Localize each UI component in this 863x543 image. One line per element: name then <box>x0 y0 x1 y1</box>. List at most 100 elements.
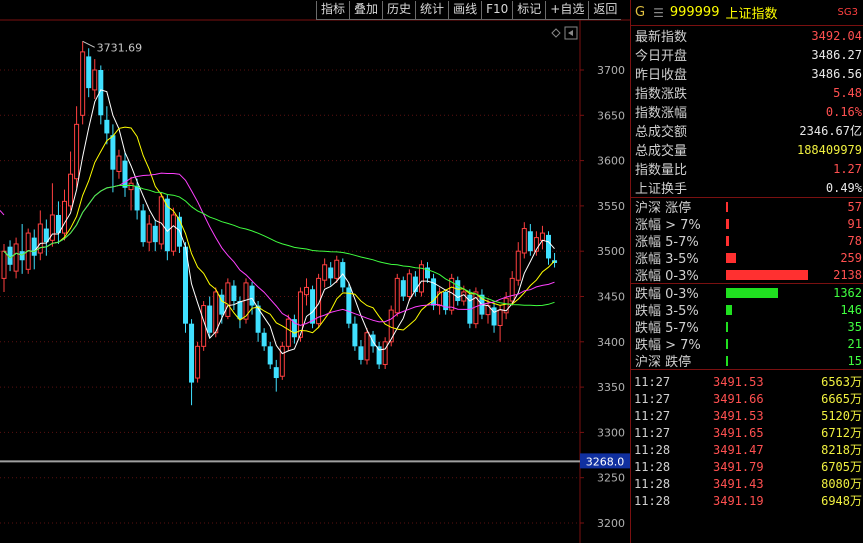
quote-value: 0.49% <box>825 180 862 195</box>
candle-body-up <box>515 250 521 281</box>
candle-body-down <box>358 346 364 360</box>
quote-row: 总成交量 188409979 <box>631 140 863 160</box>
tick-volume: 6563万 <box>821 375 862 389</box>
quote-value: 0.16% <box>825 104 862 119</box>
stock-name: 上证指数 <box>725 7 778 22</box>
quote-panel: G ☰ 999999 上证指数 SG3 最新指数 3492.04 今日开盘 3486.… <box>630 0 863 543</box>
candle-body-down <box>152 225 158 243</box>
candle-body-down <box>19 251 25 261</box>
candle-body-up <box>13 243 19 272</box>
quote-label: 总成交量 <box>635 144 688 159</box>
stat-value: 21 <box>847 336 862 351</box>
candlestick-chart[interactable]: 3700 3650 3600 3550 3500 3450 3400 3350 3300 3250… <box>0 0 630 543</box>
cursor-price-label: 3268.0 <box>586 455 625 468</box>
candle-body-up <box>116 155 122 172</box>
quote-row: 最新指数 3492.04 <box>631 26 863 46</box>
add-watchlist-button[interactable]: +自选 <box>545 1 589 20</box>
high-marker-line <box>82 40 95 48</box>
y-tick-label: 3350 <box>597 381 625 394</box>
candlestick-chart-area[interactable]: 3700 3650 3600 3550 3500 3450 3400 3350 3300 3250… <box>0 0 630 543</box>
candle-body-down <box>267 346 273 365</box>
stat-row: 跌幅 5-7% 35 <box>631 318 863 337</box>
y-tick-label: 3450 <box>597 291 625 304</box>
quote-label: 上证换手 <box>635 182 688 197</box>
f10-button[interactable]: F10 <box>481 1 513 20</box>
stat-value: 259 <box>840 250 862 265</box>
candle-body-down <box>207 305 213 333</box>
quote-label: 今日开盘 <box>635 49 688 64</box>
tick-row: 11:28 3491.79 6705万 <box>631 458 863 475</box>
candle-body-up <box>521 228 527 254</box>
panel-header: G ☰ 999999 上证指数 SG3 <box>631 0 863 26</box>
stat-row: 跌幅 3-5% 146 <box>631 301 863 320</box>
tick-volume: 5120万 <box>821 409 862 423</box>
candle-body-up <box>68 173 74 207</box>
quote-label: 最新指数 <box>635 30 688 45</box>
statistics-button[interactable]: 统计 <box>415 1 449 20</box>
stat-row: 涨幅 0-3% 2138 <box>631 266 863 285</box>
tick-volume: 6712万 <box>821 426 862 440</box>
quote-label: 指数量比 <box>635 163 688 178</box>
candle-body-up <box>225 282 231 317</box>
tick-volume: 6705万 <box>821 460 862 474</box>
diamond-icon <box>551 28 561 38</box>
candle-body-down <box>310 289 316 324</box>
candle-body-up <box>213 291 219 334</box>
stat-bar <box>726 339 728 349</box>
stat-row: 沪深 涨停 57 <box>631 198 863 217</box>
candle-body-up <box>509 277 515 302</box>
indicator-button[interactable]: 指标 <box>316 1 350 20</box>
stat-value: 57 <box>847 199 862 214</box>
candle-body-up <box>1 250 7 279</box>
high-price-label: 3731.69 <box>97 41 142 54</box>
decline-stats: 跌幅 0-3% 1362 跌幅 3-5% 146 跌幅 5-7% 35 跌幅 > 7% 21 沪… <box>631 283 863 370</box>
candle-body-down <box>376 346 382 365</box>
candle-body-up <box>322 264 328 281</box>
y-tick-label: 3300 <box>597 426 625 439</box>
candle-body-down <box>249 285 255 306</box>
stat-row: 涨幅 5-7% 78 <box>631 232 863 251</box>
candle-body-down <box>140 210 146 243</box>
candle-body-down <box>237 301 243 320</box>
tick-time: 11:27 <box>634 391 671 406</box>
tick-row: 11:27 3491.66 6665万 <box>631 390 863 407</box>
candle-body-down <box>255 305 261 333</box>
tick-price: 3491.53 <box>713 408 764 423</box>
candle-body-up <box>80 51 86 116</box>
stat-value: 15 <box>847 353 862 368</box>
candle-body-up <box>394 277 400 314</box>
candle-body-up <box>92 69 98 91</box>
candle-body-down <box>328 267 334 279</box>
stat-bar <box>726 270 808 280</box>
candle-body-down <box>122 160 128 188</box>
quote-row: 今日开盘 3486.27 <box>631 45 863 65</box>
sg-badge: SG3 <box>837 7 858 18</box>
candle-body-down <box>104 119 110 134</box>
tick-time: 11:27 <box>634 374 671 389</box>
y-tick-label: 3700 <box>597 64 625 77</box>
candle-body-up <box>304 286 309 296</box>
mark-button[interactable]: 标记 <box>512 1 546 20</box>
candle-body-up <box>382 341 388 365</box>
tick-time: 11:27 <box>634 425 671 440</box>
overlay-button[interactable]: 叠加 <box>349 1 383 20</box>
draw-line-button[interactable]: 画线 <box>448 1 482 20</box>
quote-label: 指数涨跌 <box>635 87 688 102</box>
quote-label: 总成交额 <box>635 125 688 140</box>
stat-value: 146 <box>840 302 862 317</box>
tick-time: 11:28 <box>634 476 671 491</box>
history-button[interactable]: 历史 <box>382 1 416 20</box>
quote-value: 3492.04 <box>811 28 862 43</box>
menu-icon[interactable]: ☰ <box>653 6 664 20</box>
y-tick-label: 3400 <box>597 336 625 349</box>
candle-body-up <box>170 214 176 252</box>
back-button[interactable]: 返回 <box>588 1 622 20</box>
candle-body-up <box>158 196 164 245</box>
stat-bar <box>726 356 728 366</box>
candle-body-up <box>128 182 134 191</box>
stat-row: 跌幅 0-3% 1362 <box>631 284 863 303</box>
quote-row: 上证换手 0.49% <box>631 178 863 198</box>
stat-bar <box>726 236 729 246</box>
tick-row: 11:28 3491.47 8218万 <box>631 441 863 458</box>
candle-body-down <box>110 135 116 170</box>
